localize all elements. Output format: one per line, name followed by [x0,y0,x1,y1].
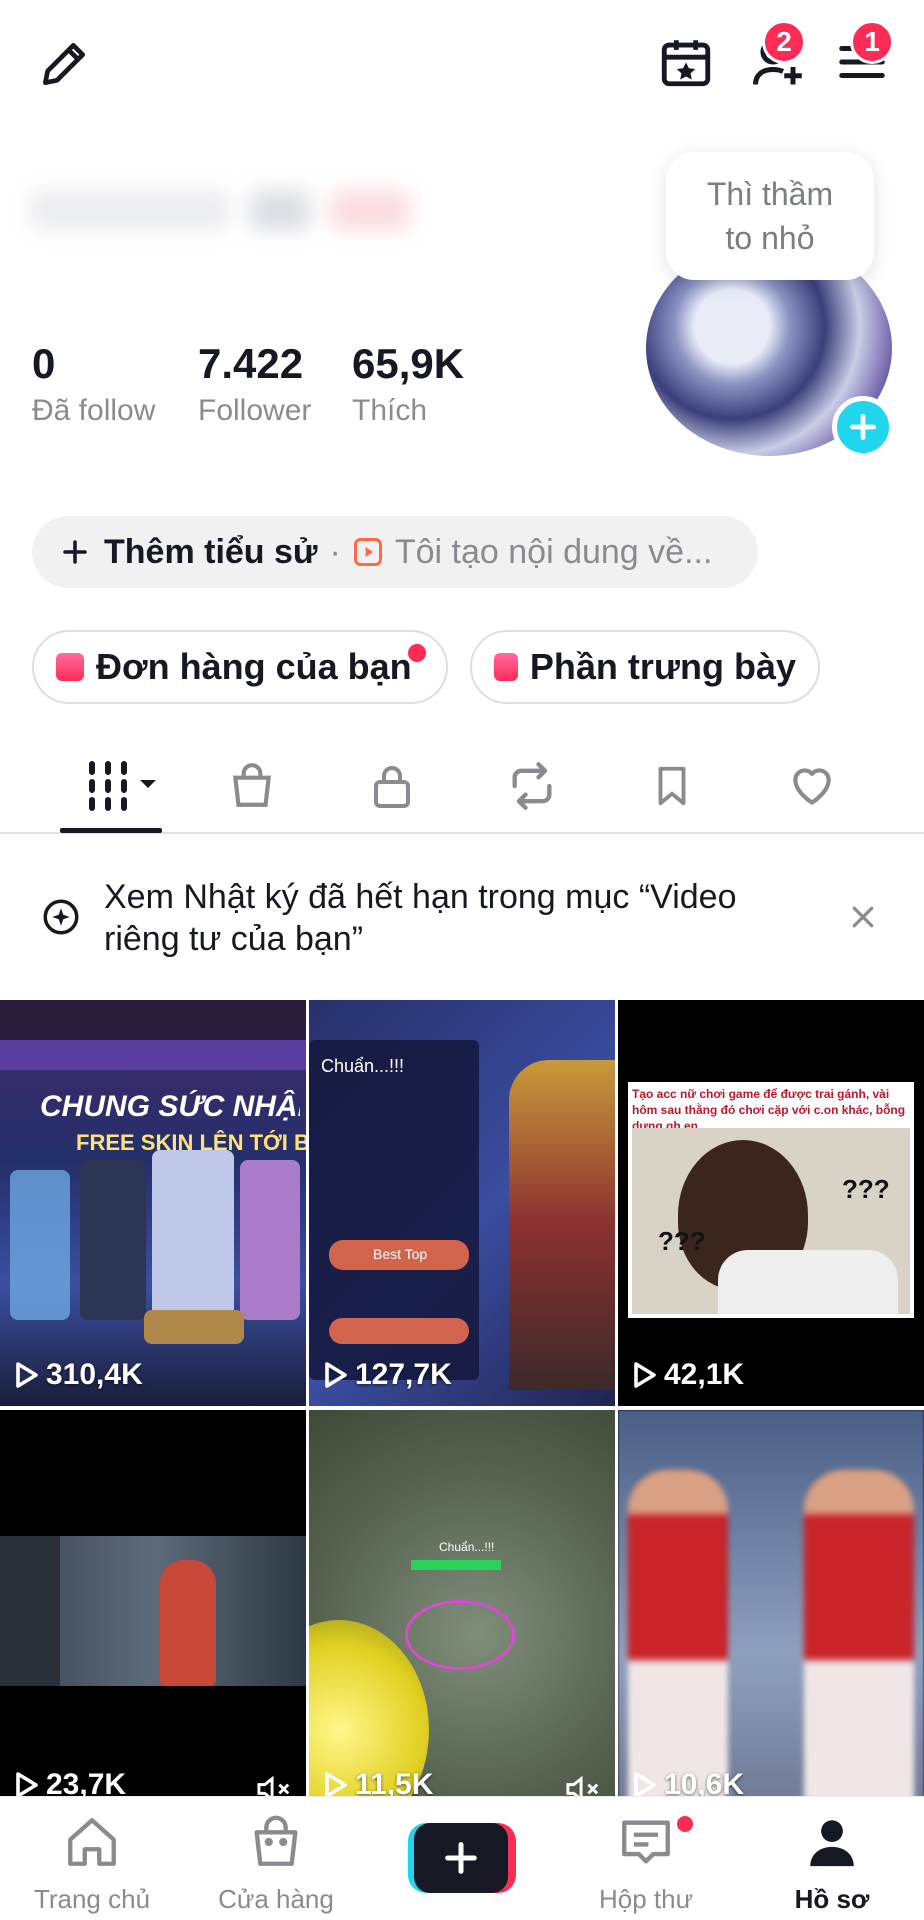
stat-likes[interactable]: 65,9K Thích [352,340,464,428]
video-thumbnail[interactable]: 23,7K [0,1410,306,1816]
orders-chip-label: Đơn hàng của bạn [96,646,412,687]
inbox-icon [622,1820,670,1864]
video-caption: Best Top [329,1240,469,1270]
view-count: 127,7K [323,1358,452,1392]
shop-icon [254,1815,298,1866]
stat-following[interactable]: 0 Đã follow [32,340,155,428]
tab-shop[interactable] [212,754,292,818]
edit-profile-button[interactable] [28,28,100,100]
repost-icon [512,762,552,810]
stat-following-label: Đã follow [32,394,156,427]
username-blurred [30,180,410,240]
calendar-button[interactable] [650,26,722,98]
active-tab-indicator [60,828,162,833]
plus-icon [445,1842,477,1874]
note-bubble-line2: to nhỏ [725,220,815,256]
plus-icon [63,540,87,564]
play-icon [325,1772,347,1798]
tab-videos[interactable] [70,754,170,818]
profile-icon [810,1820,854,1867]
shopping-bag-icon [232,763,272,807]
add-bio-button[interactable]: Thêm tiểu sử · Tôi tạo nội dung về... [32,516,758,588]
video-caption: Chuẩn...!!! [321,1056,405,1076]
nav-home-label: Trang chủ [33,1884,151,1914]
create-button[interactable] [408,1823,516,1893]
sparkle-icon [43,899,79,935]
add-bio-label: Thêm tiểu sử [104,532,318,571]
close-icon[interactable] [848,902,878,932]
expired-diary-notice[interactable]: Xem Nhật ký đã hết hạn trong mục “Video … [0,836,924,996]
home-icon [68,1818,116,1866]
tab-reposts[interactable] [492,754,572,818]
stat-following-value: 0 [32,340,56,387]
stat-followers-label: Follower [198,394,312,427]
inbox-notification-dot [674,1813,696,1835]
pencil-icon [43,43,85,85]
tab-saved[interactable] [632,754,712,818]
tab-private[interactable] [352,754,432,818]
video-caption: Chuẩn...!!! [439,1540,495,1554]
notice-text: Xem Nhật ký đã hết hạn trong mục “Video … [104,878,737,958]
video-thumbnail[interactable]: 10,6K [618,1410,924,1816]
heart-icon [793,768,831,805]
note-bubble[interactable]: Thì thầm to nhỏ [666,152,874,280]
play-icon [634,1362,656,1388]
orders-chip[interactable]: Đơn hàng của bạn [32,630,448,704]
play-icon [634,1772,656,1798]
nav-inbox[interactable]: Hộp thư [566,1813,726,1915]
stat-likes-label: Thích [352,394,428,427]
tab-liked[interactable] [772,754,852,818]
play-square-icon [353,538,382,566]
view-count: 42,1K [632,1358,744,1392]
nav-profile-label: Hồ sơ [794,1884,870,1914]
stat-likes-value: 65,9K [352,340,465,387]
nav-profile[interactable]: Hồ sơ [752,1813,912,1915]
menu-badge: 1 [850,20,894,64]
nav-shop-label: Cửa hàng [218,1884,334,1914]
grid-icon [89,761,156,811]
nav-inbox-label: Hộp thư [598,1884,693,1914]
nav-home[interactable]: Trang chủ [12,1813,172,1915]
video-grid: CHUNG SỨC NHẬN Q FREE SKIN LÊN TỚI BẬC S… [0,1000,924,1816]
content-tabs [0,740,924,834]
view-count: 310,4K [14,1358,143,1392]
note-bubble-line1: Thì thầm [706,176,834,212]
video-caption: ??? [842,1174,890,1204]
shopping-bag-icon [56,653,84,681]
stat-followers-value: 7.422 [198,340,304,387]
video-caption: Tạo acc nữ chơi game để được trai gánh, … [632,1087,906,1133]
plus-icon [850,414,876,440]
bookmark-icon [658,766,686,806]
video-caption: CHUNG SỨC NHẬN Q [40,1090,300,1123]
showcase-chip[interactable]: Phần trưng bày [470,630,820,704]
showcase-chip-label: Phần trưng bày [529,646,796,687]
play-icon [16,1362,38,1388]
shopping-bag-icon [494,653,518,681]
stat-followers[interactable]: 7.422 Follower [198,340,311,428]
lock-icon [374,766,410,808]
orders-notification-dot [408,644,426,662]
add-friends-badge: 2 [762,20,806,64]
bio-separator: · [329,532,341,571]
play-icon [325,1362,347,1388]
bio-hint: Tôi tạo nội dung về... [394,532,713,571]
video-thumbnail[interactable]: Chuẩn...!!! Best Top 127,7K [309,1000,615,1406]
video-thumbnail[interactable]: CHUNG SỨC NHẬN Q FREE SKIN LÊN TỚI BẬC S… [0,1000,306,1406]
nav-shop[interactable]: Cửa hàng [196,1813,356,1915]
play-icon [16,1772,38,1798]
video-thumbnail[interactable]: Tạo acc nữ chơi game để được trai gánh, … [618,1000,924,1406]
video-thumbnail[interactable]: Chuẩn...!!! 11,5K [309,1410,615,1816]
calendar-star-icon [661,40,711,87]
bottom-navigation: Trang chủ Cửa hàng Hộp thư Hồ sơ [0,1796,924,1920]
add-avatar-story-button[interactable] [832,396,894,458]
